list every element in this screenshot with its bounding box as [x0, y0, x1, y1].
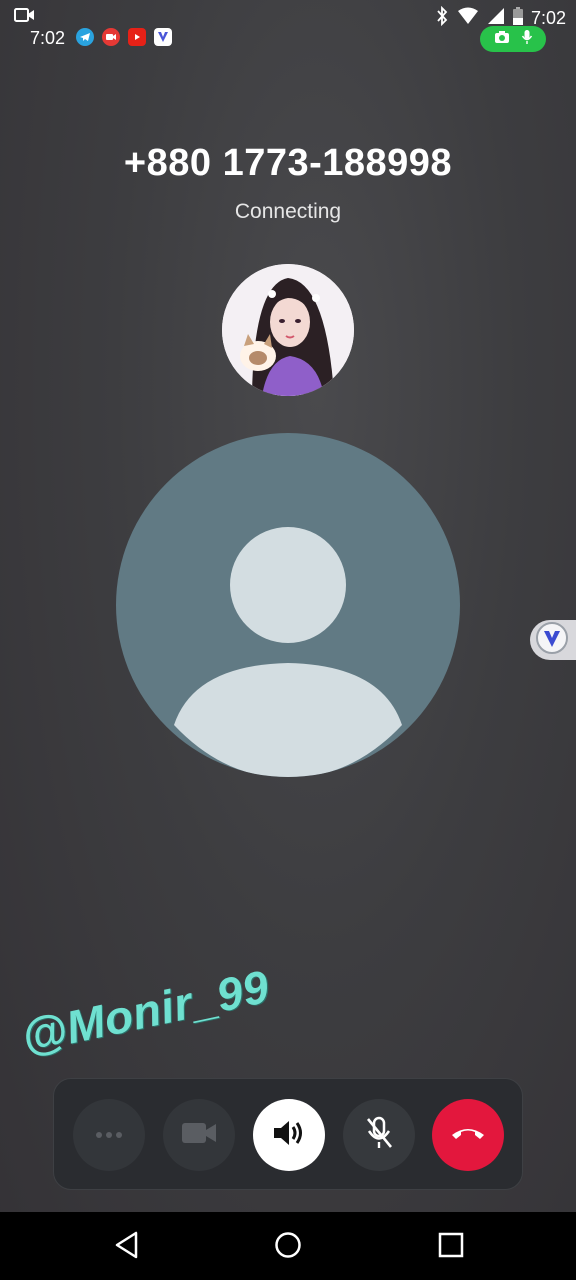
screen-recorder-icon	[102, 28, 120, 46]
mute-button[interactable]	[343, 1099, 415, 1171]
video-toggle-button[interactable]	[163, 1099, 235, 1171]
watermark-text: @Monir_99	[16, 959, 274, 1064]
call-controls-bar	[53, 1078, 523, 1190]
back-button[interactable]	[112, 1231, 142, 1264]
person-placeholder-icon	[174, 527, 402, 777]
floating-vpn-bubble[interactable]	[530, 620, 576, 660]
default-avatar	[116, 433, 460, 777]
speaker-icon	[272, 1118, 306, 1153]
youtube-icon	[128, 28, 146, 46]
microphone-icon	[521, 29, 533, 50]
caller-profile-photo	[222, 264, 354, 396]
video-call-indicator-icon	[14, 6, 36, 29]
more-options-button[interactable]	[73, 1099, 145, 1171]
recents-square-icon	[438, 1232, 464, 1263]
microphone-off-icon	[364, 1116, 394, 1155]
call-status: Connecting	[234, 200, 342, 223]
system-navigation-bar	[0, 1212, 576, 1280]
vpn-bubble-icon	[536, 621, 568, 659]
privacy-indicator[interactable]	[480, 26, 546, 52]
end-call-button[interactable]	[432, 1099, 504, 1171]
telegram-icon	[76, 28, 94, 46]
wifi-icon	[457, 7, 479, 30]
back-triangle-icon	[114, 1231, 140, 1264]
speaker-button[interactable]	[253, 1099, 325, 1171]
more-dots-icon	[94, 1126, 124, 1144]
home-circle-icon	[274, 1231, 302, 1264]
vpn-app-icon	[154, 28, 172, 46]
status-time-left: 7:02	[30, 28, 66, 48]
notification-app-icons	[76, 28, 172, 46]
home-button[interactable]	[273, 1231, 303, 1264]
recents-button[interactable]	[436, 1232, 466, 1262]
video-camera-icon	[181, 1120, 217, 1151]
status-bar: 7:02 7:02	[0, 0, 576, 56]
camera-icon	[494, 30, 510, 49]
bluetooth-icon	[435, 5, 449, 31]
caller-number: +880 1773-188998	[123, 142, 453, 184]
hang-up-icon	[450, 1125, 486, 1146]
